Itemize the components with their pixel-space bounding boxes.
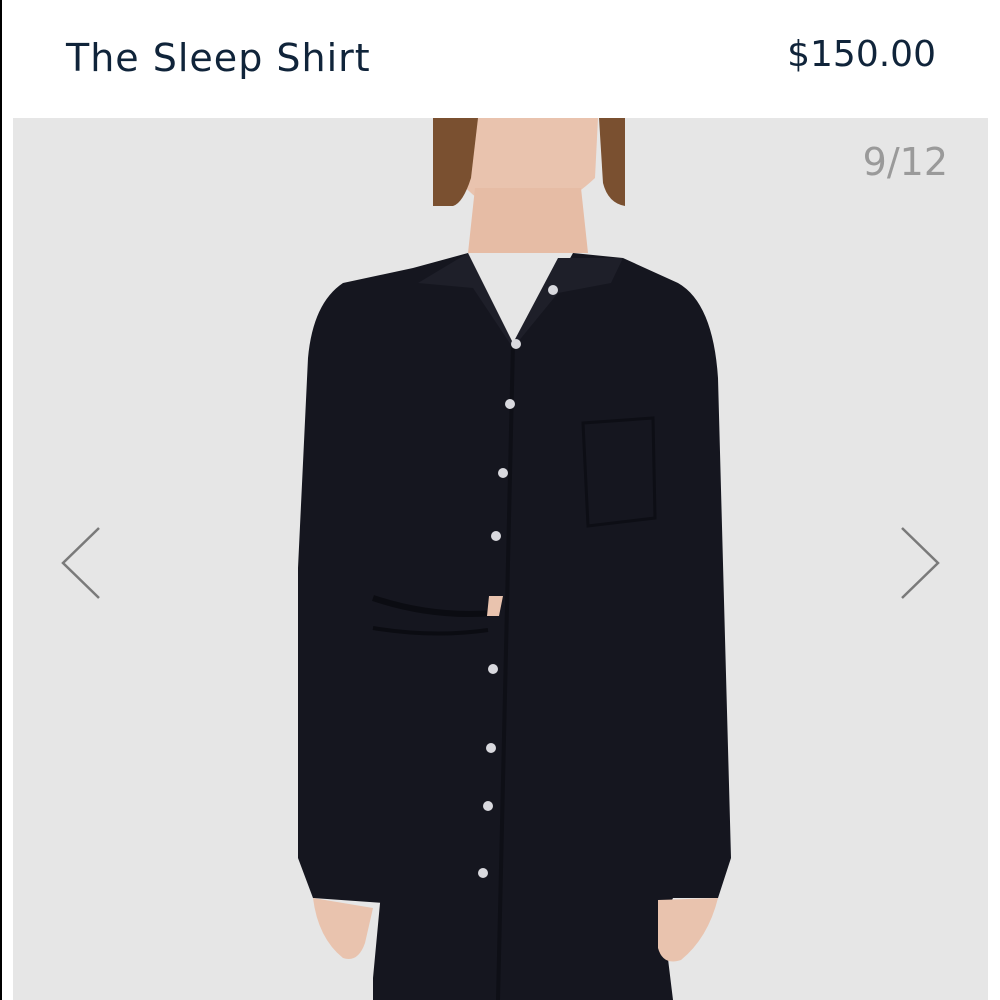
product-image-gallery[interactable]: 9/12 [13,118,988,1000]
product-header: The Sleep Shirt $150.00 [2,0,1000,118]
previous-image-button[interactable] [51,518,111,608]
product-price: $150.00 [787,34,936,75]
product-title: The Sleep Shirt [66,36,371,80]
chevron-right-icon [901,527,940,599]
image-counter: 9/12 [862,140,948,184]
next-image-button[interactable] [890,518,950,608]
product-photo [298,118,731,1000]
chevron-left-icon [61,527,100,599]
window-edge [0,0,2,1000]
